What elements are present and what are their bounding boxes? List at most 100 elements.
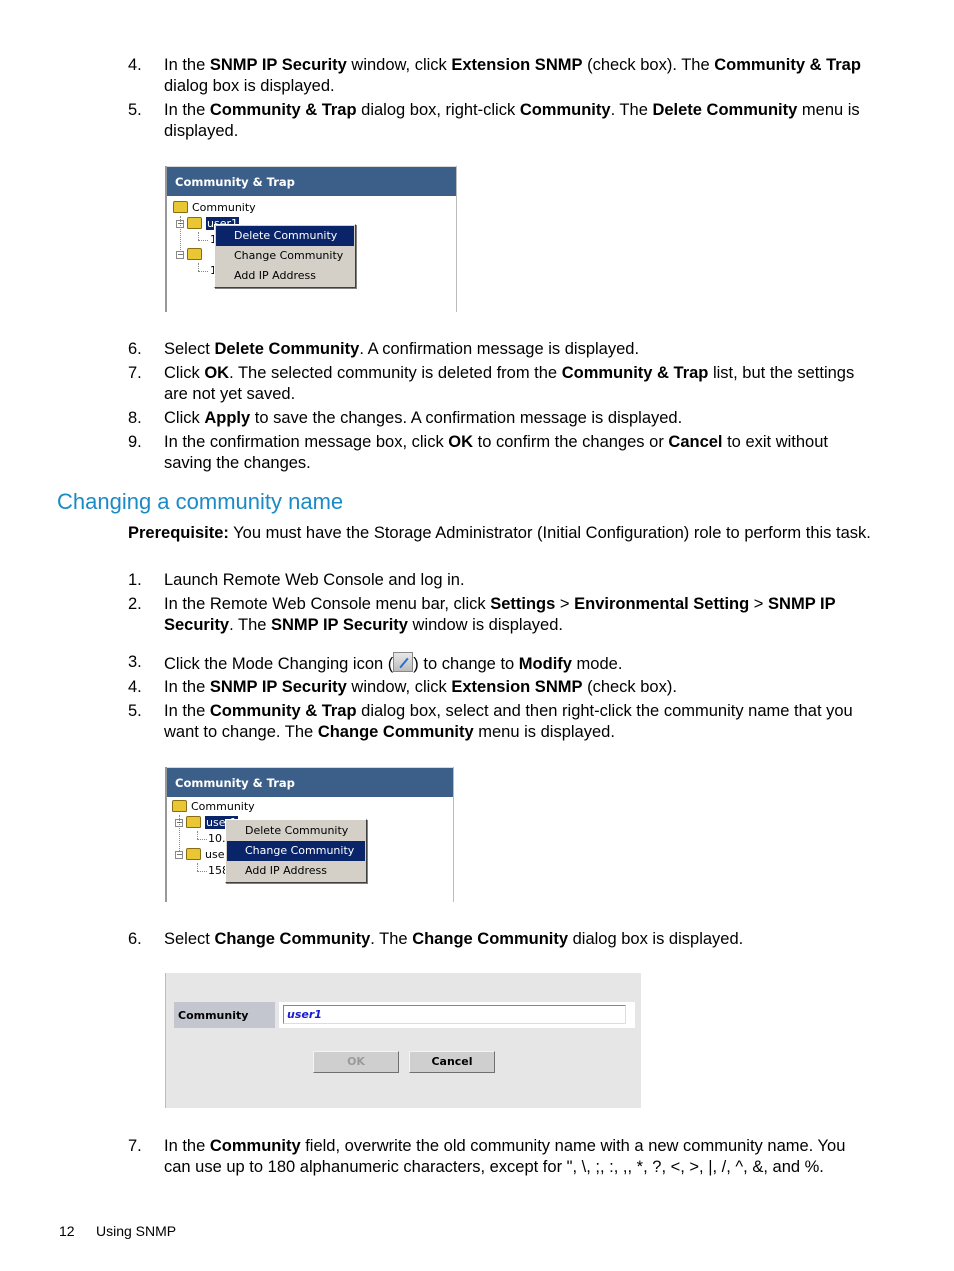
- ui-term: Extension SNMP: [451, 56, 583, 74]
- step-number: 6.: [128, 930, 142, 948]
- menu-item-change-community[interactable]: Change Community: [216, 246, 354, 266]
- folder-icon: [186, 848, 201, 860]
- step-number: 2.: [128, 595, 142, 613]
- folder-icon: [187, 217, 202, 229]
- step-text: In the confirmation message box, click O…: [164, 433, 828, 472]
- ui-term: SNMP IP Security: [209, 56, 347, 74]
- ui-term: Settings: [490, 595, 556, 613]
- step-8-click-apply: 8. Click Apply to save the changes. A con…: [128, 408, 873, 429]
- panel-title: Community & Trap: [167, 166, 456, 196]
- menu-item-delete-community[interactable]: Delete Community: [216, 226, 354, 246]
- ui-term: Apply: [204, 409, 251, 427]
- change-community-dialog: Community OK Cancel: [165, 973, 641, 1108]
- menu-item-add-ip-address[interactable]: Add IP Address: [227, 861, 365, 881]
- ui-term: Community & Trap: [209, 702, 357, 720]
- step-text: Launch Remote Web Console and log in.: [164, 571, 465, 589]
- ui-term: Community & Trap: [209, 101, 357, 119]
- panel-title: Community & Trap: [167, 767, 453, 797]
- ui-term: Community & Trap: [561, 364, 709, 382]
- ui-term: Environmental Setting: [574, 595, 750, 613]
- community-input[interactable]: [283, 1005, 626, 1024]
- step-number: 5.: [128, 101, 142, 119]
- ui-term: SNMP IP Security: [209, 678, 347, 696]
- prerequisite: Prerequisite: You must have the Storage …: [128, 523, 873, 544]
- step-7-overwrite-name: 7. In the Community field, overwrite the …: [128, 1136, 873, 1178]
- tree-leaf-ip[interactable]: 10.: [208, 831, 226, 847]
- community-trap-screenshot-change: Community & Trap Community − user1 10. − u…: [165, 767, 454, 902]
- community-label: Community: [174, 1002, 275, 1028]
- ok-button[interactable]: OK: [313, 1051, 399, 1073]
- footer-section-title: Using SNMP: [96, 1223, 177, 1239]
- tree-root[interactable]: Community: [172, 799, 255, 815]
- step-text: In the Community field, overwrite the ol…: [164, 1137, 846, 1176]
- step-4-enable-extension-snmp: 4. In the SNMP IP Security window, click …: [128, 55, 873, 97]
- tree-root-label: Community: [192, 201, 256, 214]
- prerequisite-text: You must have the Storage Administrator …: [228, 524, 871, 542]
- ui-term: Community & Trap: [714, 56, 861, 74]
- ui-term: SNMP IP Security: [271, 616, 408, 634]
- collapse-icon[interactable]: −: [176, 251, 184, 259]
- cancel-button[interactable]: Cancel: [409, 1051, 495, 1073]
- step-number: 6.: [128, 340, 142, 358]
- step-text: Click the Mode Changing icon () to chang…: [164, 652, 873, 675]
- folder-icon: [173, 201, 188, 213]
- step-text: In the SNMP IP Security window, click Ex…: [164, 56, 861, 95]
- ui-term: Change Community: [412, 930, 569, 948]
- page-number: 12: [59, 1223, 75, 1239]
- step-text: Click Apply to save the changes. A confi…: [164, 409, 683, 427]
- step-5-right-click-community: 5. In the Community & Trap dialog box, ri…: [128, 100, 873, 142]
- step-text: In the Remote Web Console menu bar, clic…: [164, 595, 836, 634]
- ui-term: Cancel: [668, 433, 723, 451]
- tree-root[interactable]: Community: [173, 200, 256, 216]
- step-5-right-click-name: 5. In the Community & Trap dialog box, se…: [128, 701, 873, 743]
- step-number: 9.: [128, 433, 142, 451]
- step-text: In the SNMP IP Security window, click Ex…: [164, 678, 677, 696]
- context-menu: Delete Community Change Community Add IP…: [225, 819, 367, 883]
- ui-term: Community: [519, 101, 611, 119]
- step-3-mode-changing: 3. Click the Mode Changing icon () to cha…: [128, 652, 873, 675]
- tree-root-label: Community: [191, 800, 255, 813]
- step-text: Select Delete Community. A confirmation …: [164, 340, 640, 358]
- step-6-select-delete: 6. Select Delete Community. A confirmatio…: [128, 339, 873, 360]
- step-4-extension-snmp: 4. In the SNMP IP Security window, click …: [128, 677, 873, 698]
- ui-term: Extension SNMP: [451, 678, 583, 696]
- step-text: Select Change Community. The Change Comm…: [164, 930, 744, 948]
- step-text: In the Community & Trap dialog box, sele…: [164, 702, 853, 741]
- collapse-icon[interactable]: −: [176, 220, 184, 228]
- folder-icon: [172, 800, 187, 812]
- ui-term: Change Community: [214, 930, 371, 948]
- menu-item-add-ip-address[interactable]: Add IP Address: [216, 266, 354, 286]
- prerequisite-label: Prerequisite:: [128, 524, 229, 542]
- folder-icon: [187, 248, 202, 260]
- step-number: 1.: [128, 571, 142, 589]
- step-number: 4.: [128, 56, 142, 74]
- tree-node-user2[interactable]: − use: [175, 847, 224, 863]
- tree-leaf-label: 10.: [208, 832, 226, 845]
- menu-item-change-community[interactable]: Change Community: [227, 841, 365, 861]
- ui-term: OK: [448, 433, 474, 451]
- menu-item-delete-community[interactable]: Delete Community: [227, 821, 365, 841]
- step-text: Click OK. The selected community is dele…: [164, 364, 855, 403]
- step-number: 3.: [128, 653, 142, 671]
- step-number: 5.: [128, 702, 142, 720]
- step-6-select-change: 6. Select Change Community. The Change Co…: [128, 929, 873, 950]
- step-number: 4.: [128, 678, 142, 696]
- step-2-open-snmp-ip-security: 2. In the Remote Web Console menu bar, cl…: [128, 594, 873, 636]
- step-number: 7.: [128, 1137, 142, 1155]
- step-9-confirm: 9. In the confirmation message box, click…: [128, 432, 873, 474]
- section-heading: Changing a community name: [57, 489, 344, 514]
- ui-term: OK: [204, 364, 230, 382]
- step-7-click-ok: 7. Click OK. The selected community is de…: [128, 363, 873, 405]
- ui-term: Community: [209, 1137, 301, 1155]
- ui-term: Modify: [518, 655, 572, 673]
- context-menu: Delete Community Change Community Add IP…: [214, 224, 356, 288]
- step-number: 7.: [128, 364, 142, 382]
- community-trap-screenshot-delete: Community & Trap Community −user1 1 − 1 …: [165, 166, 457, 312]
- collapse-icon[interactable]: −: [175, 851, 183, 859]
- folder-icon: [186, 816, 201, 828]
- step-text: In the Community & Trap dialog box, righ…: [164, 101, 860, 140]
- step-number: 8.: [128, 409, 142, 427]
- collapse-icon[interactable]: −: [175, 819, 183, 827]
- tree-node-user2[interactable]: −: [176, 247, 206, 263]
- ui-term: Change Community: [317, 723, 474, 741]
